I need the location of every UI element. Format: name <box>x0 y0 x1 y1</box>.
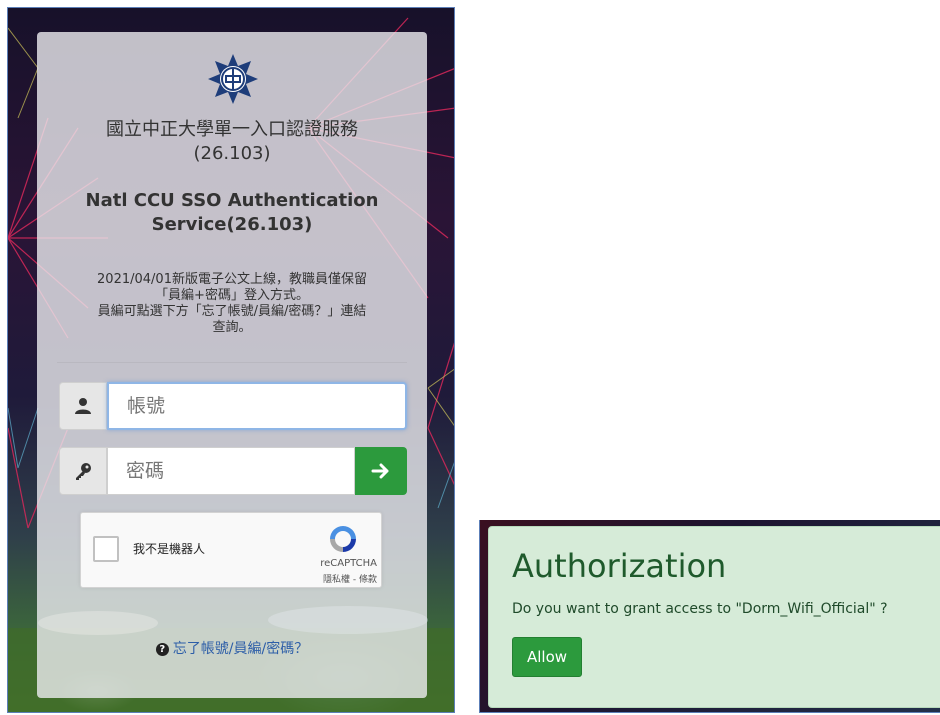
recaptcha-label: 我不是機器人 <box>133 542 206 556</box>
university-logo-icon <box>207 52 259 104</box>
notice-line: 員編可點選下方「忘了帳號/員編/密碼？」連結 <box>97 304 367 319</box>
allow-button[interactable]: Allow <box>512 637 582 677</box>
question-circle-icon: ? <box>155 643 169 656</box>
authorization-panel: Authorization Do you want to grant acces… <box>488 526 940 708</box>
page-title-zh: 國立中正大學單一入口認證服務 <box>106 119 358 140</box>
forgot-credentials-link[interactable]: ? 忘了帳號/員編/密碼？ <box>37 638 427 658</box>
recaptcha-privacy-terms[interactable]: 隱私權 - 條款 <box>323 572 377 585</box>
recaptcha-checkbox[interactable] <box>93 536 119 562</box>
divider <box>57 362 407 363</box>
notice-text: 2021/04/01新版電子公文上線，教職員僅保留 「員編+密碼」登入方式。 員… <box>57 272 407 336</box>
notice-line: 2021/04/01新版電子公文上線，教職員僅保留 <box>97 272 367 287</box>
password-row: 密碼 <box>59 447 407 495</box>
notice-line: 「員編+密碼」登入方式。 <box>155 288 309 303</box>
notice-line: 查詢。 <box>212 320 252 335</box>
version-label: (26.103) <box>193 143 271 164</box>
password-input[interactable]: 密碼 <box>107 447 355 495</box>
key-icon <box>59 447 107 495</box>
authorization-message: Do you want to grant access to "Dorm_Wif… <box>512 601 888 617</box>
login-submit-button[interactable] <box>355 447 407 495</box>
arrow-right-icon <box>371 463 389 479</box>
page-title-en: Natl CCU SSO Authentication Service(26.1… <box>85 190 379 235</box>
username-row: 帳號 <box>59 382 407 430</box>
sso-login-screenshot: 國立中正大學單一入口認證服務 (26.103) Natl CCU SSO Aut… <box>7 7 455 713</box>
authorization-title: Authorization <box>512 547 727 585</box>
username-input[interactable]: 帳號 <box>107 382 407 430</box>
login-card: 國立中正大學單一入口認證服務 (26.103) Natl CCU SSO Aut… <box>37 32 427 698</box>
recaptcha-logo-icon <box>327 523 359 555</box>
user-icon <box>59 382 107 430</box>
authorization-screenshot: Authorization Do you want to grant acces… <box>479 520 940 713</box>
forgot-link-label: 忘了帳號/員編/密碼？ <box>172 641 309 657</box>
recaptcha-brand: reCAPTCHA <box>320 558 377 569</box>
recaptcha-widget: 我不是機器人 reCAPTCHA 隱私權 - 條款 <box>80 512 382 588</box>
